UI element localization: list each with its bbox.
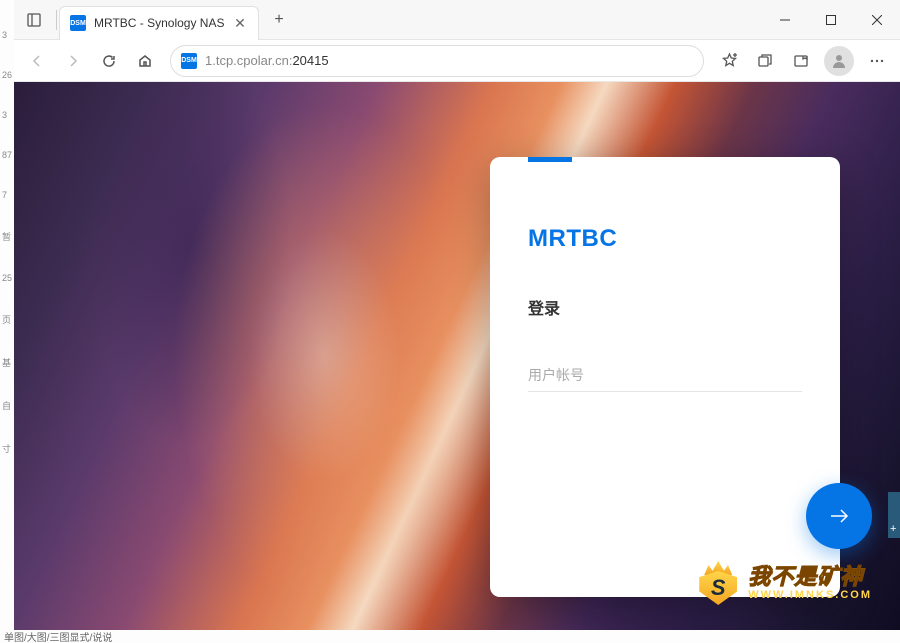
- browser-toolbar: DSM 1.tcp.cpolar.cn:20415: [14, 40, 900, 82]
- login-heading: 登录: [528, 295, 802, 319]
- profile-button[interactable]: [824, 46, 854, 76]
- minimize-button[interactable]: [762, 0, 808, 40]
- arrow-right-icon: [825, 502, 853, 530]
- collections-button[interactable]: [748, 44, 782, 78]
- page-viewport: MRTBC 登录 S 我不是矿神 WWW.IMNKS.COM: [14, 82, 900, 630]
- browser-titlebar: DSM MRTBC - Synology NAS ✕ +: [14, 0, 900, 40]
- tab-actions-button[interactable]: [18, 4, 50, 36]
- address-bar[interactable]: DSM 1.tcp.cpolar.cn:20415: [170, 45, 704, 77]
- url-port: 20415: [292, 53, 328, 68]
- watermark-url: WWW.IMNKS.COM: [748, 589, 872, 601]
- menu-button[interactable]: [860, 44, 894, 78]
- submit-button[interactable]: [806, 483, 872, 549]
- tab-favicon: DSM: [70, 15, 86, 31]
- new-tab-button[interactable]: +: [265, 6, 293, 34]
- browser-window: DSM MRTBC - Synology NAS ✕ + DSM 1.tcp.c…: [14, 0, 900, 630]
- maximize-button[interactable]: [808, 0, 854, 40]
- brand-title: MRTBC: [528, 225, 802, 253]
- home-button[interactable]: [128, 44, 162, 78]
- browser-tab[interactable]: DSM MRTBC - Synology NAS ✕: [59, 6, 259, 40]
- forward-button[interactable]: [56, 44, 90, 78]
- watermark: S 我不是矿神 WWW.IMNKS.COM: [696, 561, 872, 605]
- back-button[interactable]: [20, 44, 54, 78]
- app-guard-button[interactable]: [784, 44, 818, 78]
- bottom-strip: 单图/大图/三图显式/说说: [0, 630, 900, 643]
- watermark-logo: S: [696, 561, 740, 605]
- close-window-button[interactable]: [854, 0, 900, 40]
- username-input[interactable]: [528, 359, 802, 391]
- accent-bar: [528, 157, 572, 162]
- tab-title: MRTBC - Synology NAS: [94, 16, 232, 30]
- editor-gutter: 3263877暂25页基自寸: [0, 0, 14, 643]
- watermark-cn-text: 我不是矿神: [748, 565, 872, 589]
- login-card: MRTBC 登录: [490, 157, 840, 597]
- refresh-button[interactable]: [92, 44, 126, 78]
- divider: [56, 10, 57, 30]
- close-tab-icon[interactable]: ✕: [232, 15, 248, 31]
- right-edge-widget[interactable]: [888, 492, 900, 538]
- favorites-button[interactable]: [712, 44, 746, 78]
- url-host: 1.tcp.cpolar.cn:: [205, 53, 292, 68]
- url-favicon: DSM: [181, 53, 197, 69]
